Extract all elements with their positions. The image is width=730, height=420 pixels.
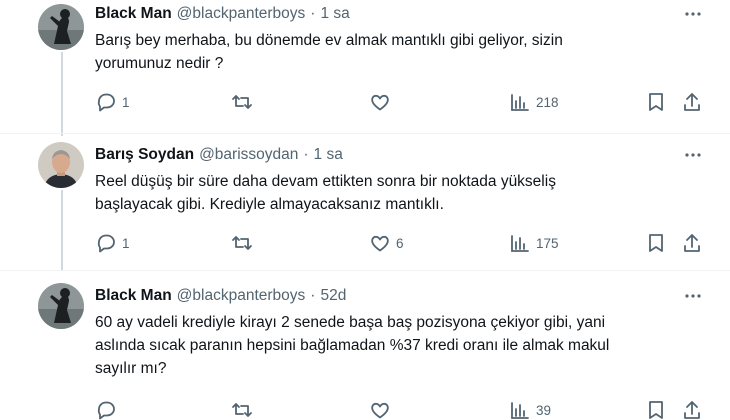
tweet-text-line: sayılır mı? — [95, 360, 167, 377]
more-options-button[interactable] — [682, 3, 704, 25]
like-button[interactable] — [369, 399, 396, 420]
share-button[interactable] — [681, 232, 703, 254]
tweet-actions: 1 218 — [95, 91, 705, 113]
user-handle[interactable]: @barissoydan — [199, 146, 298, 164]
bookmark-button[interactable] — [645, 232, 667, 254]
repost-button[interactable] — [231, 91, 258, 113]
thread-connector-line — [61, 190, 63, 271]
silhouette-avatar-image — [38, 4, 84, 50]
tweet-2[interactable]: Barış Soydan @barissoydan · 1 sa Reel dü… — [0, 133, 730, 271]
reply-icon — [97, 401, 115, 420]
tweet-actions: 1 6 175 — [95, 232, 705, 254]
tweet-text-line: Reel düşüş bir süre daha devam ettikten … — [95, 173, 556, 190]
reply-icon — [97, 93, 115, 112]
tweet-text: Reel düşüş bir süre daha devam ettikten … — [95, 170, 695, 216]
tweet-header: Black Man @blackpanterboys · 1 sa — [95, 2, 350, 26]
avatar[interactable] — [38, 283, 84, 329]
bookmark-icon — [649, 401, 663, 419]
like-icon — [371, 235, 389, 252]
thread-connector-line — [61, 52, 63, 136]
view-count: 218 — [536, 94, 559, 110]
tweet-header: Black Man @blackpanterboys · 52d — [95, 284, 346, 308]
more-icon — [685, 12, 701, 16]
reply-button[interactable]: 1 — [95, 91, 130, 113]
repost-button[interactable] — [231, 232, 258, 254]
conversation-thread: Black Man @blackpanterboys · 1 sa Barış … — [0, 0, 730, 420]
share-icon — [684, 234, 700, 252]
separator-dot: · — [303, 146, 309, 163]
timestamp[interactable]: 52d — [320, 287, 346, 305]
reply-count: 1 — [122, 94, 130, 110]
bookmark-button[interactable] — [645, 91, 667, 113]
views-button[interactable]: 175 — [509, 232, 559, 254]
view-count: 175 — [536, 235, 559, 251]
repost-icon — [232, 236, 252, 250]
display-name[interactable]: Black Man — [95, 5, 172, 23]
bookmark-icon — [649, 234, 663, 252]
tweet-header: Barış Soydan @barissoydan · 1 sa — [95, 143, 343, 167]
like-count: 6 — [396, 235, 404, 251]
reply-icon — [97, 234, 115, 253]
share-button[interactable] — [681, 91, 703, 113]
tweet-1[interactable]: Black Man @blackpanterboys · 1 sa Barış … — [0, 0, 730, 136]
display-name[interactable]: Black Man — [95, 287, 172, 305]
share-icon — [684, 401, 700, 419]
views-icon — [511, 402, 529, 419]
tweet-actions: 39 — [95, 399, 705, 420]
reply-button[interactable]: 1 — [95, 232, 130, 254]
share-icon — [684, 93, 700, 111]
repost-icon — [232, 403, 252, 417]
bookmark-button[interactable] — [645, 399, 667, 420]
tweet-text-line: aslında sıcak paranın hepsini bağlamadan… — [95, 337, 610, 354]
avatar[interactable] — [38, 4, 84, 50]
portrait-avatar-image — [38, 142, 84, 188]
views-button[interactable]: 39 — [509, 399, 551, 420]
timestamp[interactable]: 1 sa — [314, 146, 343, 164]
repost-button[interactable] — [231, 399, 258, 420]
tweet-text-line: Barış bey merhaba, bu dönemde ev almak m… — [95, 32, 563, 49]
views-button[interactable]: 218 — [509, 91, 559, 113]
display-name[interactable]: Barış Soydan — [95, 146, 194, 164]
views-icon — [511, 94, 529, 111]
more-options-button[interactable] — [682, 144, 704, 166]
like-icon — [371, 402, 389, 419]
more-options-button[interactable] — [682, 285, 704, 307]
view-count: 39 — [536, 402, 552, 418]
more-icon — [685, 153, 701, 157]
like-button[interactable]: 6 — [369, 232, 404, 254]
like-icon — [371, 94, 389, 111]
reply-button[interactable] — [95, 399, 122, 420]
separator-dot: · — [310, 287, 316, 304]
avatar[interactable] — [38, 142, 84, 188]
reply-count: 1 — [122, 235, 130, 251]
separator-dot: · — [310, 5, 316, 22]
like-button[interactable] — [369, 91, 396, 113]
tweet-3[interactable]: Black Man @blackpanterboys · 52d 60 ay v… — [0, 270, 730, 420]
bookmark-icon — [649, 93, 663, 111]
more-icon — [685, 294, 701, 298]
views-icon — [511, 235, 529, 252]
tweet-text: Barış bey merhaba, bu dönemde ev almak m… — [95, 29, 695, 75]
repost-icon — [232, 95, 252, 109]
share-button[interactable] — [681, 399, 703, 420]
silhouette-avatar-image — [38, 283, 84, 329]
user-handle[interactable]: @blackpanterboys — [177, 5, 306, 23]
user-handle[interactable]: @blackpanterboys — [177, 287, 306, 305]
tweet-text-line: başlayacak gibi. Krediyle almayacaksanız… — [95, 196, 444, 213]
tweet-text-line: 60 ay vadeli krediyle kirayı 2 senede ba… — [95, 314, 606, 331]
tweet-text: 60 ay vadeli krediyle kirayı 2 senede ba… — [95, 311, 705, 380]
tweet-text-line: yorumunuz nedir ? — [95, 55, 224, 72]
timestamp[interactable]: 1 sa — [320, 5, 349, 23]
